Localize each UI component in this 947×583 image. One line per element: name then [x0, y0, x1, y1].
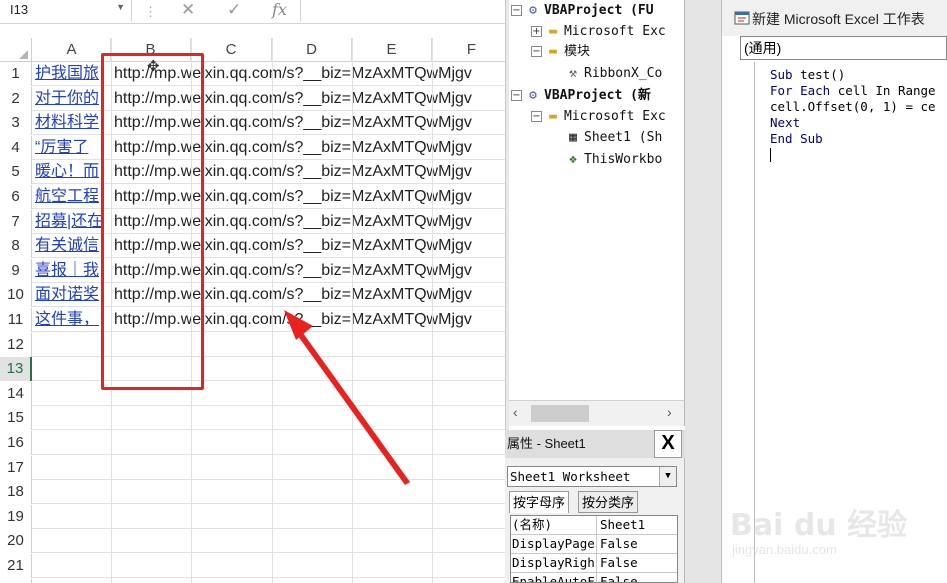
tree-item[interactable]: ▦ Sheet1 (Sh	[551, 128, 662, 148]
code-text: cell In Range	[830, 83, 936, 98]
property-value[interactable]: False	[598, 535, 677, 553]
tree-item[interactable]: ❖ ThisWorkbo	[551, 150, 662, 170]
tree-item[interactable]: − ▬ Microsoft Exc	[531, 107, 666, 127]
collapse-icon[interactable]: −	[531, 111, 542, 122]
code-keyword: Sub	[770, 67, 793, 82]
text-caret	[770, 148, 771, 162]
mdi-background	[685, 0, 722, 583]
folder-icon: ▬	[549, 109, 557, 124]
tab-alphabetic[interactable]: 按字母序	[509, 491, 570, 513]
property-value[interactable]: False	[598, 573, 677, 582]
code-line[interactable]: Next	[770, 115, 947, 131]
code-editor[interactable]: Sub test() For Each cell In Range cell.Off…	[770, 67, 947, 147]
object-combo[interactable]: (通用)	[740, 36, 947, 60]
property-row[interactable]: EnableAutoF False	[511, 573, 677, 582]
property-value[interactable]: False	[598, 554, 677, 572]
property-name: (名称)	[511, 516, 597, 534]
tab-categorized[interactable]: 按分类序	[578, 491, 639, 513]
code-keyword: For Each	[770, 83, 831, 98]
tree-item-label: VBAProject (新	[544, 88, 651, 103]
property-row[interactable]: (名称) Sheet1	[511, 516, 677, 535]
folder-icon: ▬	[549, 24, 557, 39]
collapse-icon[interactable]: −	[511, 5, 522, 16]
scroll-left-icon[interactable]: ‹	[513, 404, 518, 420]
code-text: cell.Offset(0, 1) = ce	[770, 99, 936, 114]
watermark-sub: jingyan.baidu.com	[732, 542, 837, 557]
scrollbar-thumb[interactable]	[531, 405, 589, 422]
code-window-icon	[734, 11, 750, 25]
code-line[interactable]: Sub test()	[770, 67, 947, 83]
tree-item-label: ThisWorkbo	[584, 152, 663, 167]
tree-item-label: RibbonX_Co	[584, 66, 663, 81]
watermark-main: Bai du 经验	[730, 508, 908, 543]
collapse-icon[interactable]: −	[511, 90, 522, 101]
tree-item-label: Sheet1 (Sh	[584, 130, 663, 145]
tree-item[interactable]: ⚒ RibbonX_Co	[551, 64, 662, 84]
property-name: EnableAutoF	[511, 573, 597, 582]
vba-project-icon: ⚙	[529, 3, 537, 18]
project-tree-scrollbar[interactable]: ‹ ›	[509, 400, 685, 426]
code-keyword: End Sub	[770, 131, 823, 146]
tree-item[interactable]: − ▬ 模块	[531, 42, 590, 62]
property-value[interactable]: Sheet1	[598, 516, 677, 534]
red-arrow-annotation	[284, 310, 410, 485]
code-line[interactable]: End Sub	[770, 131, 947, 147]
folder-icon: ▬	[549, 44, 557, 59]
expand-icon[interactable]: +	[531, 26, 542, 37]
excel-window: I13 ▼ ⋮ ✕ ✓ fx A B C D E F 1 护我国旅 http://m…	[0, 0, 505, 583]
code-keyword: Next	[770, 115, 801, 130]
object-select[interactable]: Sheet1 Worksheet ▼	[507, 466, 677, 487]
project-explorer[interactable]: − ⚙ VBAProject (FU + ▬ Microsoft Exc − ▬ 模块 ⚒ Ribb…	[509, 0, 685, 400]
vba-project-icon: ⚙	[529, 88, 537, 103]
tree-item-label: VBAProject (FU	[544, 3, 654, 18]
property-row[interactable]: DisplayPage False	[511, 535, 677, 554]
scroll-right-icon[interactable]: ›	[667, 404, 672, 420]
sheet-icon: ▦	[569, 130, 577, 145]
tree-item[interactable]: − ⚙ VBAProject (新	[511, 86, 651, 106]
code-line[interactable]: cell.Offset(0, 1) = ce	[770, 99, 947, 115]
object-select-value: Sheet1 Worksheet	[510, 469, 631, 484]
chevron-down-icon[interactable]: ▼	[659, 467, 676, 486]
close-icon[interactable]: X	[654, 430, 682, 458]
property-row[interactable]: DisplayRigh False	[511, 554, 677, 573]
code-text: test()	[792, 67, 846, 82]
tree-item-label: 模块	[564, 44, 591, 59]
tree-item[interactable]: + ▬ Microsoft Exc	[531, 22, 666, 42]
tree-item-label: Microsoft Exc	[564, 24, 666, 39]
baidu-watermark: Bai du 经验 jingyan.baidu.com	[730, 500, 910, 575]
workbook-icon: ❖	[569, 152, 577, 167]
module-icon: ⚒	[569, 66, 577, 81]
property-name: DisplayPage	[511, 535, 597, 553]
tree-item[interactable]: − ⚙ VBAProject (FU	[511, 1, 654, 21]
property-name: DisplayRigh	[511, 554, 597, 572]
collapse-icon[interactable]: −	[531, 46, 542, 57]
tree-item-label: Microsoft Exc	[564, 109, 666, 124]
code-line[interactable]: For Each cell In Range	[770, 83, 947, 99]
code-window-title: 新建 Microsoft Excel 工作表	[722, 0, 947, 36]
properties-grid[interactable]: (名称) Sheet1 DisplayPage False DisplayRigh Fal…	[510, 515, 678, 583]
